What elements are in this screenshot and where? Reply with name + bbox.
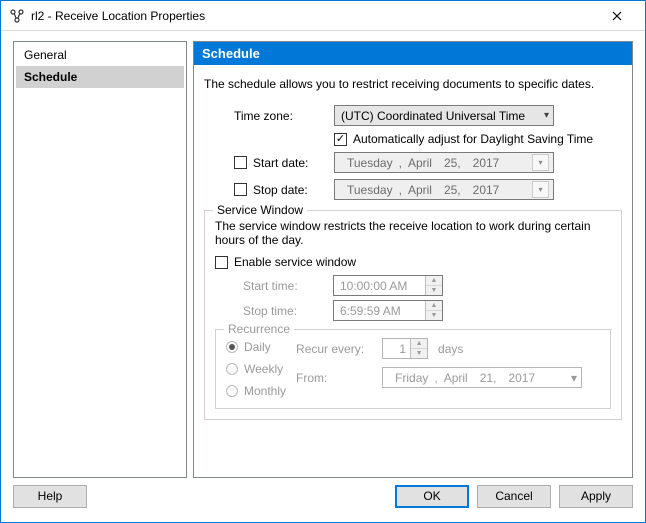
recurrence-fieldset: Recurrence Daily Weekly: [215, 329, 611, 409]
spinner-icon[interactable]: ▲▼: [425, 276, 442, 295]
recur-unit: days: [438, 342, 463, 356]
timezone-combo[interactable]: (UTC) Coordinated Universal Time ▾: [334, 105, 554, 126]
from-date-field[interactable]: Friday, April 21, 2017 ▾: [382, 367, 582, 388]
service-window-legend: Service Window: [213, 203, 307, 217]
footer: Help OK Cancel Apply: [1, 478, 645, 522]
calendar-icon[interactable]: ▾: [571, 371, 577, 385]
recurrence-daily-radio[interactable]: [226, 341, 238, 353]
start-time-row: Start time: 10:00:00 AM ▲▼: [243, 275, 611, 296]
apply-button[interactable]: Apply: [559, 485, 633, 508]
stop-time-label: Stop time:: [243, 304, 333, 318]
spinner-icon[interactable]: ▲▼: [410, 339, 427, 358]
timezone-label: Time zone:: [204, 109, 334, 123]
app-icon: [9, 8, 25, 24]
recurrence-monthly-radio[interactable]: [226, 385, 238, 397]
start-date-checkbox[interactable]: [234, 156, 247, 169]
stop-date-row: Stop date: Tuesday, April 25, 2017 ▾: [204, 179, 622, 200]
timezone-value: (UTC) Coordinated Universal Time: [341, 109, 525, 123]
main-panel: Schedule The schedule allows you to rest…: [193, 41, 633, 478]
recurrence-daily-label: Daily: [244, 340, 271, 354]
chevron-down-icon: ▾: [544, 110, 549, 121]
panel-body: The schedule allows you to restrict rece…: [194, 65, 632, 477]
timezone-row: Time zone: (UTC) Coordinated Universal T…: [204, 105, 622, 126]
start-date-row: Start date: Tuesday, April 25, 2017 ▾: [204, 152, 622, 173]
enable-service-window-label: Enable service window: [234, 255, 356, 269]
recur-every-label: Recur every:: [296, 342, 382, 356]
dst-label: Automatically adjust for Daylight Saving…: [353, 132, 593, 146]
recur-every-field[interactable]: 1 ▲▼: [382, 338, 428, 359]
start-time-label: Start time:: [243, 279, 333, 293]
stop-time-row: Stop time: 6:59:59 AM ▲▼: [243, 300, 611, 321]
dialog-window: rl2 - Receive Location Properties Genera…: [0, 0, 646, 523]
calendar-icon[interactable]: ▾: [532, 181, 549, 198]
recurrence-weekly-radio[interactable]: [226, 363, 238, 375]
sidebar-item-general[interactable]: General: [16, 44, 184, 66]
panel-header: Schedule: [194, 42, 632, 65]
cancel-button[interactable]: Cancel: [477, 485, 551, 508]
close-button[interactable]: [597, 2, 637, 30]
stop-date-field[interactable]: Tuesday, April 25, 2017 ▾: [334, 179, 554, 200]
calendar-icon[interactable]: ▾: [532, 154, 549, 171]
dst-checkbox[interactable]: [334, 133, 347, 146]
service-window-fieldset: Service Window The service window restri…: [204, 210, 622, 420]
start-date-label: Start date:: [253, 156, 308, 170]
start-date-field[interactable]: Tuesday, April 25, 2017 ▾: [334, 152, 554, 173]
service-window-desc: The service window restricts the receive…: [215, 219, 611, 247]
stop-date-checkbox[interactable]: [234, 183, 247, 196]
ok-button[interactable]: OK: [395, 485, 469, 508]
recurrence-legend: Recurrence: [224, 322, 294, 336]
stop-time-field[interactable]: 6:59:59 AM ▲▼: [333, 300, 443, 321]
spinner-icon[interactable]: ▲▼: [425, 301, 442, 320]
sidebar: General Schedule: [13, 41, 187, 478]
window-title: rl2 - Receive Location Properties: [31, 9, 597, 23]
recurrence-weekly-label: Weekly: [244, 362, 283, 376]
stop-date-label: Stop date:: [253, 183, 308, 197]
titlebar: rl2 - Receive Location Properties: [1, 1, 645, 31]
recurrence-monthly-label: Monthly: [244, 384, 286, 398]
content-area: General Schedule Schedule The schedule a…: [1, 31, 645, 478]
enable-service-window-checkbox[interactable]: [215, 256, 228, 269]
help-button[interactable]: Help: [13, 485, 87, 508]
start-time-field[interactable]: 10:00:00 AM ▲▼: [333, 275, 443, 296]
panel-description: The schedule allows you to restrict rece…: [204, 77, 622, 91]
sidebar-item-schedule[interactable]: Schedule: [16, 66, 184, 88]
dst-row: Automatically adjust for Daylight Saving…: [204, 132, 622, 146]
from-label: From:: [296, 371, 382, 385]
